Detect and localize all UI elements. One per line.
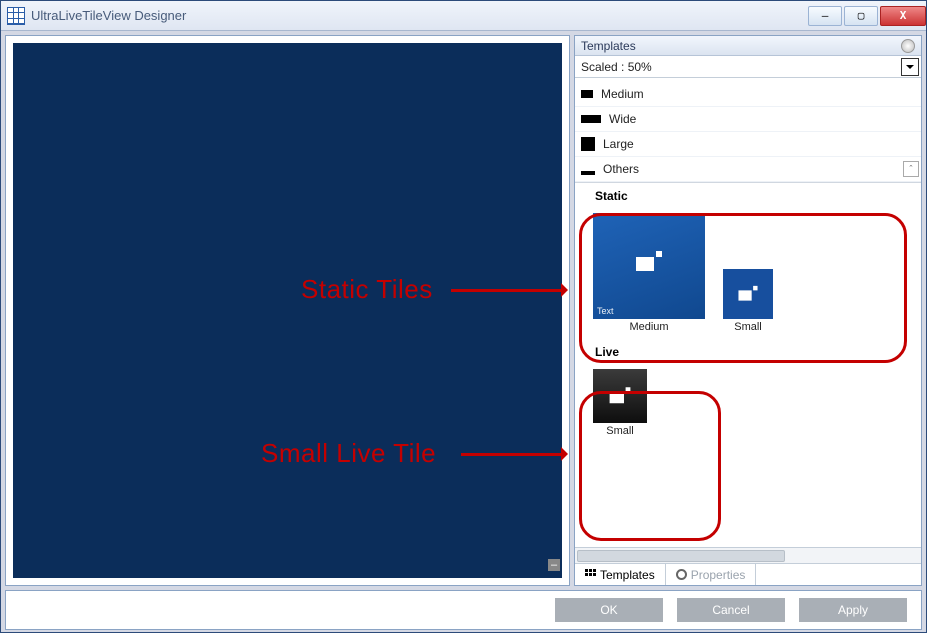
canvas-panel: –: [5, 35, 570, 586]
size-item-others[interactable]: Others ˆ: [575, 157, 921, 182]
tiles-scroll-content[interactable]: Static Text Medium: [575, 183, 921, 547]
expand-icon[interactable]: ˆ: [903, 161, 919, 177]
tile-icon: [634, 249, 664, 275]
scale-dropdown[interactable]: Scaled : 50%: [575, 56, 921, 78]
design-canvas[interactable]: –: [13, 43, 562, 578]
scale-label: Scaled : 50%: [581, 60, 652, 74]
dropdown-icon[interactable]: [901, 58, 919, 76]
tab-templates[interactable]: Templates: [575, 564, 666, 585]
tile-live-small-preview: [593, 369, 647, 423]
ok-button[interactable]: OK: [555, 598, 663, 622]
size-label: Medium: [601, 87, 644, 101]
dialog-button-row: OK Cancel Apply: [5, 590, 922, 630]
close-button[interactable]: X: [880, 6, 926, 26]
window-buttons: — ▢ X: [806, 6, 926, 26]
templates-panel-header: Templates: [575, 36, 921, 56]
templates-panel: Templates Scaled : 50% Medium Wide Large: [574, 35, 922, 586]
static-tiles-row: Text Medium Small: [575, 207, 919, 339]
tile-static-small[interactable]: Small: [723, 269, 773, 333]
scrollbar-thumb[interactable]: [577, 550, 785, 562]
tab-label: Properties: [691, 568, 746, 582]
tile-icon: [608, 385, 632, 407]
size-item-wide[interactable]: Wide: [575, 107, 921, 132]
tab-properties[interactable]: Properties: [666, 564, 757, 585]
size-item-medium[interactable]: Medium: [575, 82, 921, 107]
window-title: UltraLiveTileView Designer: [31, 8, 186, 23]
group-header-live: Live: [575, 339, 919, 363]
large-swatch-icon: [581, 137, 595, 151]
group-header-static: Static: [575, 183, 919, 207]
app-icon: [7, 7, 25, 25]
work-area: – Templates Scaled : 50% Medium Wide Lar…: [1, 31, 926, 586]
minimize-button[interactable]: —: [808, 6, 842, 26]
size-item-large[interactable]: Large: [575, 132, 921, 157]
tile-caption: Small: [606, 425, 634, 437]
apply-button[interactable]: Apply: [799, 598, 907, 622]
tile-medium-preview: Text: [593, 213, 705, 319]
templates-panel-title: Templates: [581, 39, 636, 53]
tab-label: Templates: [600, 568, 655, 582]
tile-static-medium[interactable]: Text Medium: [593, 213, 705, 333]
other-swatch-icon: [581, 171, 595, 175]
size-label: Large: [603, 137, 634, 151]
templates-tab-icon: [585, 569, 596, 580]
panel-tabs: Templates Properties: [575, 563, 921, 585]
live-tiles-row: Small: [575, 363, 919, 443]
wide-swatch-icon: [581, 115, 601, 123]
pin-icon[interactable]: [901, 39, 915, 53]
tile-icon: [737, 284, 759, 304]
tile-small-preview: [723, 269, 773, 319]
tiles-scroll-pane: Static Text Medium: [575, 182, 921, 547]
cancel-button[interactable]: Cancel: [677, 598, 785, 622]
title-bar: UltraLiveTileView Designer — ▢ X: [1, 1, 926, 31]
canvas-collapse-icon[interactable]: –: [548, 559, 560, 571]
size-label: Others: [603, 162, 639, 176]
maximize-button[interactable]: ▢: [844, 6, 878, 26]
size-label: Wide: [609, 112, 636, 126]
medium-swatch-icon: [581, 90, 593, 98]
properties-tab-icon: [676, 569, 687, 580]
tile-live-small[interactable]: Small: [593, 369, 647, 437]
tile-inner-text: Text: [597, 306, 614, 316]
tile-caption: Small: [734, 321, 762, 333]
tile-caption: Medium: [629, 321, 668, 333]
horizontal-scrollbar[interactable]: [575, 547, 921, 563]
size-list: Medium Wide Large Others ˆ: [575, 78, 921, 182]
